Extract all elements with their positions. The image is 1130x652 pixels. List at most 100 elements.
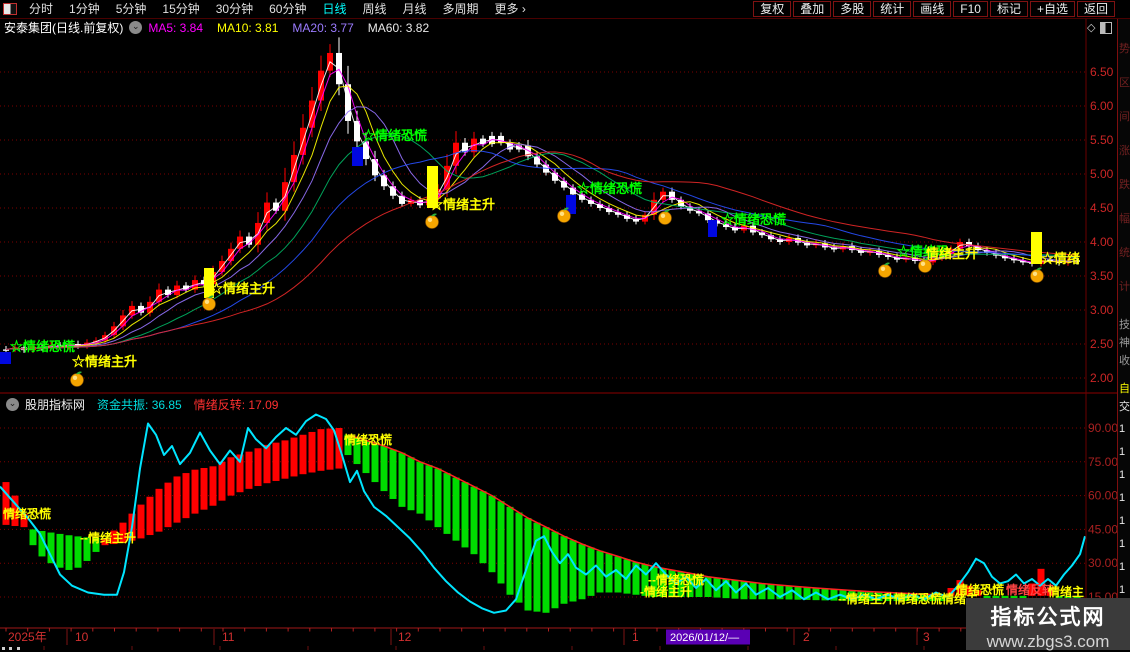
watermark-title: 指标公式网 [990, 606, 1106, 629]
indicator-name: 股朋指标网 [25, 397, 86, 412]
blue-bar-marker [708, 220, 717, 237]
clipped-glyph: 技 [1119, 319, 1130, 331]
orange-ball-marker [425, 215, 439, 229]
bottom-axis: 2025年 10 11 12 1 2026/01/12/— 2 3 [2, 628, 1070, 650]
security-title: 安泰集团(日线.前复权) [4, 21, 124, 35]
chart-canvas[interactable]: 6.50 6.00 5.50 5.00 4.50 4.00 3.50 3.00 2.50 2.00… [0, 0, 1130, 650]
menu-item[interactable]: 分时 [21, 2, 61, 16]
svg-text:90.00: 90.00 [1088, 421, 1118, 435]
sentiment-label: ☆情绪恐慌 [577, 181, 642, 196]
ma-value: MA10: 3.81 [217, 20, 279, 35]
toolbar-buttons: 复权 叠加 多股 统计 画线 F10 标记 +自选 返回 [752, 1, 1130, 17]
menu-item[interactable]: 更多 › [487, 2, 534, 16]
watermark: 指标公式网 www.zbgs3.com [966, 598, 1130, 651]
clipped-glyph: 1 [1119, 538, 1126, 550]
svg-text:5.50: 5.50 [1090, 133, 1114, 147]
window-icon[interactable] [3, 3, 17, 15]
sentiment-label: --情绪主升 [80, 530, 136, 545]
ma-readout: MA5: 3.84 MA10: 3.81 MA20: 3.77 MA60: 3.82 [148, 21, 443, 35]
axis-date-label: 2 [803, 630, 810, 644]
sentiment-label: -情绪主升 [640, 584, 692, 599]
clipped-glyph: 计 [1119, 281, 1130, 293]
collapse-chevron-icon[interactable]: ⌄ [6, 397, 19, 411]
menu-item[interactable]: 1分钟 [61, 2, 108, 16]
metric-zijingongzhen: 资金共振: 36.85 [97, 397, 182, 412]
toolbar-button[interactable]: +自选 [1029, 1, 1075, 17]
clipped-glyph: 1 [1119, 492, 1126, 504]
toolbar-button[interactable]: F10 [953, 1, 988, 17]
toolbar-button[interactable]: 叠加 [793, 1, 832, 17]
svg-text:45.00: 45.00 [1088, 522, 1118, 536]
toolbar-button[interactable]: 返回 [1076, 1, 1115, 17]
signal-markers [0, 147, 1044, 387]
menu-item[interactable]: 日线 [314, 2, 354, 16]
clipped-glyph: 涨 [1119, 145, 1130, 157]
svg-text:6.00: 6.00 [1090, 99, 1114, 113]
chevron-down-icon[interactable]: ⌄ [129, 21, 143, 34]
clipped-glyph: 收 [1119, 355, 1130, 367]
svg-text:6.50: 6.50 [1090, 65, 1114, 79]
clipped-glyph: 自 [1119, 383, 1130, 395]
menu-bar: 分时 1分钟 5分钟 15分钟 30分钟 60分钟 日线 周线 月线 多周期 更多 › 复权 叠加 多股… [0, 0, 1130, 19]
svg-text:4.50: 4.50 [1090, 201, 1114, 215]
clipped-glyph: 势 [1119, 43, 1130, 55]
svg-text:3.50: 3.50 [1090, 269, 1114, 283]
sentiment-label: 情绪恐慌 [956, 582, 1004, 597]
sentiment-label: ☆情绪恐慌 [362, 128, 427, 143]
sentiment-label: 情绪恐慌 [344, 432, 392, 447]
axis-date-label: 3 [923, 630, 930, 644]
svg-text:30.00: 30.00 [1088, 556, 1118, 570]
clipped-glyph: 1 [1119, 469, 1126, 481]
orange-ball-marker [557, 209, 571, 223]
toolbar-button[interactable]: 标记 [989, 1, 1028, 17]
ma-value: MA5: 3.84 [148, 20, 204, 35]
toolbar-button[interactable]: 画线 [913, 1, 952, 17]
orange-ball-marker [878, 264, 892, 278]
axis-date-label: 2026/01/12/— [670, 632, 739, 644]
clipped-glyph: 1 [1119, 423, 1126, 435]
menu-item[interactable]: 60分钟 [261, 2, 314, 16]
corner-icons: ◇ [1087, 21, 1113, 34]
toolbar-button[interactable]: 复权 [753, 1, 792, 17]
watermark-url: www.zbgs3.com [986, 632, 1110, 651]
toolbar-button[interactable]: 多股 [833, 1, 872, 17]
clipped-glyph: 1 [1119, 584, 1126, 596]
svg-text:4.00: 4.00 [1090, 235, 1114, 249]
axis-date-label: 10 [75, 630, 89, 644]
layout-split-icon[interactable] [1100, 21, 1113, 34]
menu-item[interactable]: 15分钟 [154, 2, 207, 16]
orange-ball-marker [202, 297, 216, 311]
sentiment-label: 情绪反转 [1006, 582, 1054, 597]
indicator-panel-header: ⌄ 股朋指标网 资金共振: 36.85 情绪反转: 17.09 [0, 394, 1086, 414]
timeframe-menu: 分时 1分钟 5分钟 15分钟 30分钟 60分钟 日线 周线 月线 多周期 更多 › [21, 0, 534, 18]
clipped-glyph: 间 [1119, 111, 1130, 123]
axis-date-label: 1 [632, 630, 639, 644]
metric-qingxufanzhuan: 情绪反转: 17.09 [193, 397, 279, 412]
sentiment-label: ☆情绪恐慌 [10, 339, 75, 354]
menu-item[interactable]: 月线 [395, 2, 435, 16]
axis-date-label: 2025年 [8, 630, 47, 644]
diamond-icon[interactable]: ◇ [1087, 21, 1095, 34]
blue-bar-marker [352, 147, 363, 166]
ma-lines [5, 60, 1078, 350]
clipped-glyph: 区 [1119, 77, 1130, 89]
main-grid: 6.50 6.00 5.50 5.00 4.50 4.00 3.50 3.00 2.50 2.00 [0, 65, 1114, 385]
menu-item[interactable]: 多周期 [435, 2, 487, 16]
svg-text:60.00: 60.00 [1088, 489, 1118, 503]
clipped-glyph: 统 [1119, 247, 1130, 259]
svg-text:2.00: 2.00 [1090, 371, 1114, 385]
sentiment-label: ☆情绪 [1041, 251, 1080, 266]
orange-ball-marker [1030, 269, 1044, 283]
menu-item[interactable]: 5分钟 [108, 2, 155, 16]
clipped-glyph: 跌 [1119, 179, 1130, 191]
clipped-glyph: 交 [1119, 401, 1130, 413]
sentiment-label: ☆情绪主升 [210, 281, 275, 296]
clipped-glyph: 1 [1119, 561, 1126, 573]
orange-ball-marker [918, 259, 932, 273]
menu-item[interactable]: 30分钟 [208, 2, 261, 16]
ma-value: MA20: 3.77 [292, 20, 354, 35]
toolbar-button[interactable]: 统计 [873, 1, 912, 17]
menu-item[interactable]: 周线 [354, 2, 394, 16]
sentiment-label: ☆情绪主升 [72, 354, 137, 369]
right-edge-clipped-panel: 势区间涨跌幅统计技神收自交111111111 [1117, 0, 1130, 650]
